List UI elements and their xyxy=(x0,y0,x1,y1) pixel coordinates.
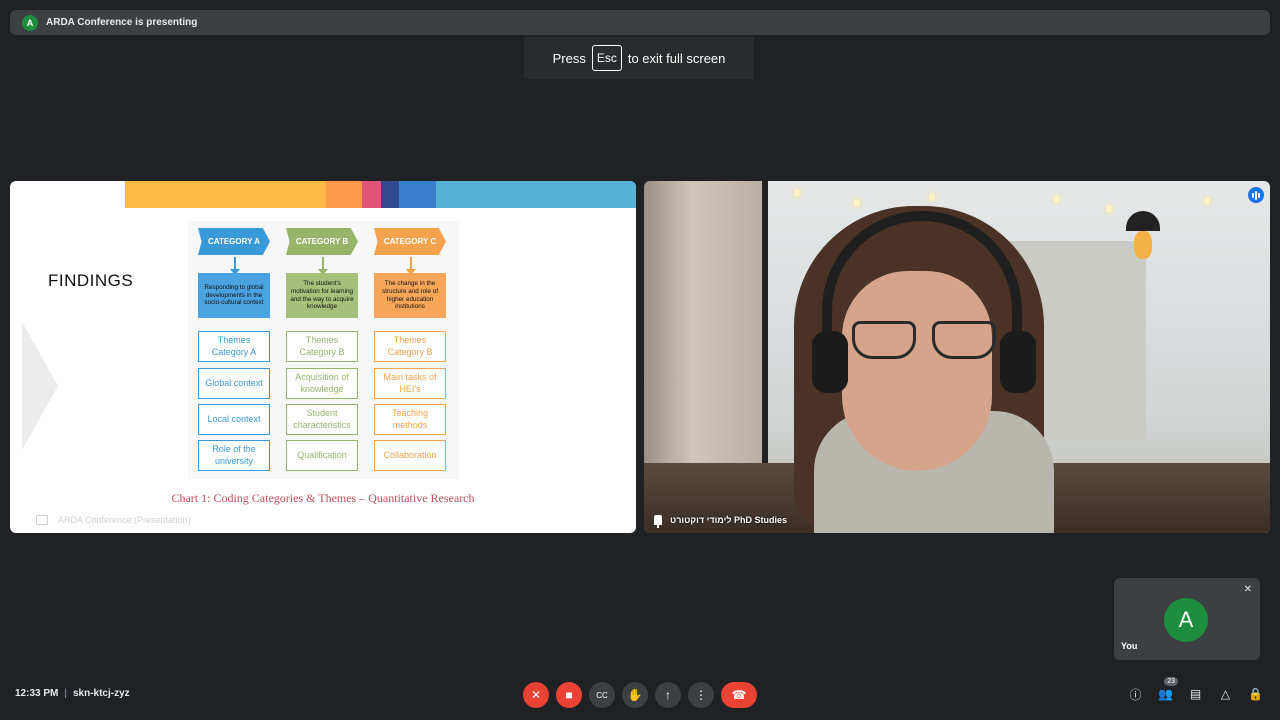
leave-call-button[interactable]: ☎ xyxy=(721,682,757,708)
stripe-2 xyxy=(326,181,362,208)
participants-count: 23 xyxy=(1164,677,1178,686)
theme-box: Main tasks of HEI's xyxy=(374,368,446,399)
toast-rest: to exit full screen xyxy=(627,50,726,66)
self-view-tile[interactable]: ✕ A You xyxy=(1114,578,1260,660)
string-light xyxy=(794,189,800,197)
captions-icon: CC xyxy=(596,690,608,700)
self-label: You xyxy=(1121,641,1138,651)
present-button[interactable]: ↑ xyxy=(655,682,681,708)
lock-icon: 🔒 xyxy=(1248,687,1263,701)
theme-box: Student characteristics xyxy=(286,404,358,435)
arrow-down-icon xyxy=(318,257,328,275)
self-avatar: A xyxy=(1164,598,1208,642)
stripe-4 xyxy=(381,181,399,208)
mic-off-button[interactable]: ✕ xyxy=(523,682,549,708)
mic-muted-icon: ✕ xyxy=(1243,584,1252,595)
meeting-details-button[interactable]: ⓘ xyxy=(1127,684,1144,704)
slide-title: FINDINGS xyxy=(48,271,134,290)
lamp-bulb xyxy=(1134,231,1152,259)
category-description: Responding to global developments in the… xyxy=(198,273,270,318)
theme-box: Themes Category B xyxy=(374,331,446,362)
glasses xyxy=(852,321,1002,361)
category-header: CATEGORY B xyxy=(286,228,358,255)
raise-hand-icon: ✋ xyxy=(627,688,643,702)
category-header: CATEGORY A xyxy=(198,228,270,255)
arrow-down-icon xyxy=(230,257,240,275)
chart-caption: Chart 1: Coding Categories & Themes – Qu… xyxy=(171,491,475,505)
string-light xyxy=(1054,195,1060,203)
info-icon: ⓘ xyxy=(1129,687,1142,702)
more-options-icon: ⋮ xyxy=(695,688,707,702)
stripe-3 xyxy=(362,181,381,208)
participant-name: לימודי דוקטורט PhD Studies xyxy=(670,515,788,525)
category-description: The change in the structure and role of … xyxy=(374,273,446,318)
headset-earcup xyxy=(1000,331,1036,393)
present-icon: ↑ xyxy=(665,688,671,702)
theme-box: Collaboration xyxy=(374,440,446,471)
headset-earcup xyxy=(812,331,848,393)
presentation-tile[interactable]: FINDINGS CATEGORY A Responding to global … xyxy=(10,181,636,533)
participant-video-tile[interactable]: לימודי דוקטורט PhD Studies xyxy=(644,181,1270,533)
category-header: CATEGORY C xyxy=(374,228,446,255)
string-light xyxy=(929,193,935,201)
presenting-bar: A ARDA Conference is presenting xyxy=(10,10,1270,35)
meeting-separator: | xyxy=(64,688,67,699)
string-light xyxy=(1106,205,1112,213)
side-controls: ⓘ 👥 23 ▤ △ 🔒 xyxy=(1127,677,1264,704)
chat-icon: ▤ xyxy=(1189,687,1202,701)
more-options-button[interactable]: ⋮ xyxy=(688,682,714,708)
people-button[interactable]: 👥 23 xyxy=(1157,677,1178,704)
captions-button[interactable]: CC xyxy=(589,682,615,708)
stripe-6 xyxy=(436,181,636,208)
host-controls-button[interactable]: 🔒 xyxy=(1247,684,1264,704)
tile-label-text: ARDA Conference (Presentation) xyxy=(58,515,191,525)
meeting-info: 12:33 PM | skn-ktcj-zyz xyxy=(15,688,130,699)
chat-button[interactable]: ▤ xyxy=(1187,684,1204,704)
call-controls: ✕ ■ CC ✋ ↑ ⋮ ☎ xyxy=(523,682,757,708)
stripe-1 xyxy=(125,181,326,208)
arrow-down-icon xyxy=(406,257,416,275)
pin-icon[interactable] xyxy=(654,515,662,528)
theme-box: Acquisition of knowledge xyxy=(286,368,358,399)
chevron-decoration xyxy=(22,322,58,450)
activities-button[interactable]: △ xyxy=(1217,684,1234,704)
stripe-5 xyxy=(399,181,436,208)
mic-off-icon: ✕ xyxy=(530,688,542,702)
theme-box: Role of the university xyxy=(198,440,270,471)
theme-box: Local context xyxy=(198,404,270,435)
activities-icon: △ xyxy=(1220,687,1231,701)
string-light xyxy=(1204,197,1210,205)
presentation-icon xyxy=(36,515,48,525)
coding-chart: CATEGORY A Responding to global developme… xyxy=(188,221,459,479)
camera-off-icon: ■ xyxy=(565,688,573,702)
string-light xyxy=(854,199,860,207)
theme-box: Teaching methods xyxy=(374,404,446,435)
tile-label: ARDA Conference (Presentation) xyxy=(36,515,191,525)
people-icon: 👥 xyxy=(1158,687,1173,701)
presenting-text: ARDA Conference is presenting xyxy=(46,17,198,28)
fullscreen-toast: Press Esc to exit full screen xyxy=(524,37,754,79)
theme-box: Qualification xyxy=(286,440,358,471)
participant-name-label: לימודי דוקטורט PhD Studies xyxy=(654,515,788,528)
theme-box: Global context xyxy=(198,368,270,399)
meeting-time: 12:33 PM xyxy=(15,688,59,699)
leave-call-icon: ☎ xyxy=(731,688,747,702)
category-description: The student's motivation for learning an… xyxy=(286,273,358,318)
raise-hand-button[interactable]: ✋ xyxy=(622,682,648,708)
speaking-indicator-icon xyxy=(1248,187,1264,203)
toast-press: Press xyxy=(552,50,586,66)
meeting-code: skn-ktcj-zyz xyxy=(72,688,130,699)
camera-off-button[interactable]: ■ xyxy=(556,682,582,708)
theme-box: Themes Category B xyxy=(286,331,358,362)
theme-box: Themes Category A xyxy=(198,331,270,362)
esc-key: Esc xyxy=(591,45,622,71)
presenter-avatar: A xyxy=(22,14,38,31)
